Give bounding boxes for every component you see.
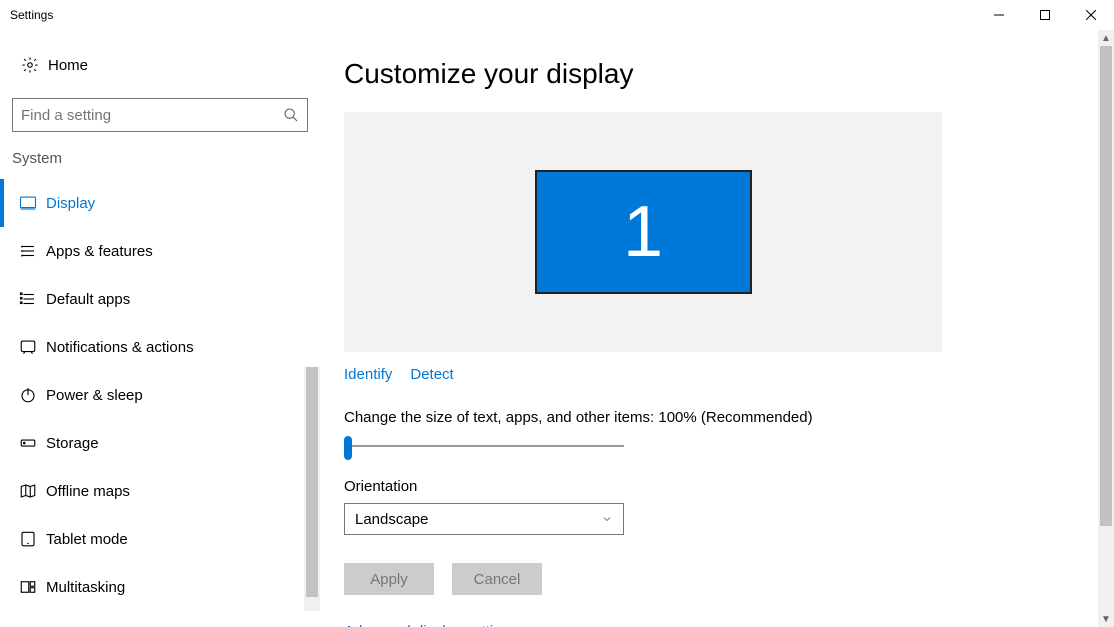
gear-icon: [16, 56, 44, 74]
scale-label: Change the size of text, apps, and other…: [344, 409, 1074, 426]
window-controls: [976, 0, 1114, 30]
orientation-dropdown[interactable]: Landscape: [344, 503, 624, 535]
display-preview-area[interactable]: 1: [344, 112, 942, 352]
sidebar-item-multitasking[interactable]: Multitasking: [0, 563, 320, 611]
defaultapps-icon: [14, 290, 42, 308]
main-panel: Customize your display 1 Identify Detect…: [320, 30, 1114, 627]
window-title: Settings: [10, 8, 53, 22]
detect-link[interactable]: Detect: [410, 366, 453, 383]
slider-thumb[interactable]: [344, 436, 352, 460]
sidebar: Home System Display Apps & features Defa…: [0, 30, 320, 627]
notifications-icon: [14, 338, 42, 356]
scroll-up-arrow-icon[interactable]: ▲: [1098, 30, 1114, 46]
maximize-button[interactable]: [1022, 0, 1068, 30]
sidebar-item-default-apps[interactable]: Default apps: [0, 275, 320, 323]
sidebar-item-label: Offline maps: [46, 483, 130, 500]
sidebar-item-apps-features[interactable]: Apps & features: [0, 227, 320, 275]
sidebar-item-display[interactable]: Display: [0, 179, 320, 227]
sidebar-item-label: Tablet mode: [46, 531, 128, 548]
apply-button[interactable]: Apply: [344, 563, 434, 595]
nav-list: Display Apps & features Default apps Not…: [0, 179, 320, 611]
maximize-icon: [1040, 10, 1050, 20]
storage-icon: [14, 434, 42, 452]
display-icon: [14, 194, 42, 212]
sidebar-item-offline-maps[interactable]: Offline maps: [0, 467, 320, 515]
apps-icon: [14, 242, 42, 260]
sidebar-item-label: Storage: [46, 435, 99, 452]
sidebar-item-label: Notifications & actions: [46, 339, 194, 356]
home-label: Home: [48, 57, 88, 74]
sidebar-item-storage[interactable]: Storage: [0, 419, 320, 467]
cancel-button[interactable]: Cancel: [452, 563, 542, 595]
sidebar-item-label: Multitasking: [46, 579, 125, 596]
sidebar-scrollbar-thumb[interactable]: [306, 367, 318, 597]
close-button[interactable]: [1068, 0, 1114, 30]
orientation-value: Landscape: [355, 511, 428, 528]
close-icon: [1086, 10, 1096, 20]
monitor-number: 1: [623, 191, 663, 273]
sidebar-item-label: Display: [46, 195, 95, 212]
scale-slider[interactable]: [344, 436, 624, 456]
sidebar-item-label: Default apps: [46, 291, 130, 308]
sidebar-item-label: Apps & features: [46, 243, 153, 260]
sidebar-item-power-sleep[interactable]: Power & sleep: [0, 371, 320, 419]
search-icon: [283, 107, 299, 123]
power-icon: [14, 386, 42, 404]
search-box[interactable]: [12, 98, 308, 132]
advanced-display-settings-link[interactable]: Advanced display settings: [344, 623, 517, 627]
page-heading: Customize your display: [344, 58, 1074, 90]
scroll-down-arrow-icon[interactable]: ▼: [1098, 611, 1114, 627]
monitor-thumbnail[interactable]: 1: [535, 170, 752, 294]
identify-link[interactable]: Identify: [344, 366, 392, 383]
home-button[interactable]: Home: [0, 48, 320, 82]
main-scrollbar-thumb[interactable]: [1100, 46, 1112, 526]
slider-track: [344, 445, 624, 447]
tablet-icon: [14, 530, 42, 548]
chevron-down-icon: [601, 513, 613, 525]
search-input[interactable]: [21, 107, 283, 124]
sidebar-item-tablet-mode[interactable]: Tablet mode: [0, 515, 320, 563]
sidebar-item-label: Power & sleep: [46, 387, 143, 404]
minimize-icon: [994, 10, 1004, 20]
category-label: System: [0, 150, 320, 167]
orientation-label: Orientation: [344, 478, 1074, 495]
sidebar-item-notifications[interactable]: Notifications & actions: [0, 323, 320, 371]
sidebar-scrollbar[interactable]: [304, 367, 320, 611]
titlebar: Settings: [0, 0, 1114, 30]
maps-icon: [14, 482, 42, 500]
multitasking-icon: [14, 578, 42, 596]
minimize-button[interactable]: [976, 0, 1022, 30]
main-scrollbar[interactable]: ▲ ▼: [1098, 30, 1114, 627]
